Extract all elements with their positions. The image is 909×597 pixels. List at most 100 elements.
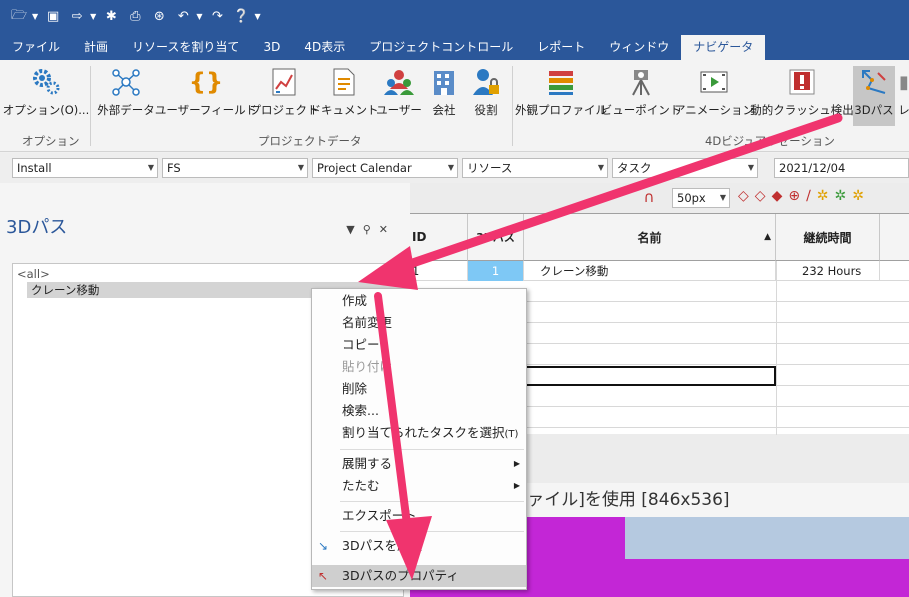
zoom-combo[interactable]: 50px ▼ [672,188,730,208]
chevron-down-icon[interactable]: ▼ [90,12,96,21]
col-header-id[interactable]: ID [410,214,468,261]
resource-combo[interactable]: リソース ▼ [462,158,608,178]
print-icon[interactable]: ⎙ [124,9,146,24]
path-properties-icon: ↖ [318,569,329,583]
project-button[interactable]: プロジェクト [250,66,319,126]
menu-item-search[interactable]: 検索... [312,400,526,422]
tab-3d[interactable]: 3D [251,35,292,60]
project-label: プロジェクト [249,103,319,117]
tab-4d-view[interactable]: 4D表示 [292,35,357,60]
menu-item-edit-path[interactable]: ↘ 3Dパスを編集 [312,535,526,557]
viewpoint-button[interactable]: ビューポイント [601,66,681,126]
exit-icon[interactable]: ⇨ [66,9,88,24]
menu-item-expand[interactable]: 展開する ▶ [312,453,526,475]
selected-cell[interactable] [524,366,776,386]
network-nodes-icon [111,66,141,98]
next-ribbon-button[interactable]: ▮ レ [897,66,909,126]
animation-button[interactable]: アニメーション [674,66,754,126]
col-header-name[interactable]: 名前 ▲ [524,214,776,261]
menu-item-collapse[interactable]: たたむ ▶ [312,475,526,497]
film-icon [699,66,729,98]
menu-item-properties[interactable]: ↖ 3Dパスのプロパティ [312,565,526,587]
tab-assign-resources[interactable]: リソースを割り当て [120,35,251,60]
diamond-filled-icon[interactable]: ◆ [772,188,789,204]
col-header-duration[interactable]: 継続時間 [776,214,880,261]
magnet-icon[interactable]: ∩ [638,188,660,208]
menu-item-paste[interactable]: 貼り付け [312,356,526,378]
calendar-combo[interactable]: Project Calendar ▼ [312,158,458,178]
line-icon[interactable]: ∕ [806,188,817,204]
tab-project-control[interactable]: プロジェクトコントロール [357,35,525,60]
menu-item-delete[interactable]: 削除 [312,378,526,400]
document-button[interactable]: ドキュメント [310,66,379,126]
group-label-project-data: プロジェクトデータ [258,134,362,148]
table-row[interactable]: 1 1 クレーン移動 232 Hours [410,261,909,281]
chevron-down-icon[interactable]: ▼ [254,12,260,21]
col-header-path[interactable]: 3Dパス [468,214,524,261]
user-field-button[interactable]: {} ユーザーフィールド [154,66,258,126]
context-menu: 作成 名前変更 コピー 貼り付け 削除 検索... 割り当てられたタスクを選択(… [311,288,527,590]
appearance-profile-button[interactable]: 外観プロファイル [515,66,607,126]
quick-access-toolbar: 🗁 ▼ ▣ ⇨ ▼ ✱ ⎙ ⊛ ↶ ▼ ↷ ❔ ▼ [0,0,909,33]
chevron-down-icon[interactable]: ▼ [196,12,202,21]
options-label: オプション(O)... [2,103,90,117]
clash-warning-icon [787,66,817,98]
pin-icon[interactable]: ⚲ [363,223,379,236]
menu-item-export[interactable]: エクスポート [312,505,526,527]
menu-item-copy[interactable]: コピー [312,334,526,356]
role-button[interactable]: 役割 [466,66,506,126]
row-id: 1 [410,261,468,281]
date-field[interactable]: 2021/12/04 [774,158,909,178]
chevron-down-icon[interactable]: ▼ [32,12,38,21]
task-combo[interactable]: タスク ▼ [612,158,758,178]
menu-item-select-tasks[interactable]: 割り当てられたタスクを選択(T) [312,422,526,444]
menu-item-create[interactable]: 作成 [312,290,526,312]
undo-icon[interactable]: ↶ [172,9,194,24]
clash-label: 動的クラッシュ検出 [750,103,854,117]
chevron-down-icon: ▼ [297,163,304,172]
select-tasks-label: 割り当てられたタスクを選択 [342,425,505,440]
fs-combo[interactable]: FS ▼ [162,158,308,178]
ribbon: オプション(O)... 外部データ {} ユーザーフィールド プロジェクト ドキ… [0,60,909,152]
row-name: クレーン移動 [524,261,776,281]
zoom-value: 50px [677,191,706,205]
group-separator [90,66,91,146]
options-button[interactable]: オプション(O)... [3,66,89,126]
install-combo[interactable]: Install ▼ [12,158,158,178]
star-more-icon[interactable]: ✲ [852,188,870,204]
diamond-outline-icon[interactable]: ◇ [755,188,772,204]
folder-open-icon[interactable]: 🗁 [8,6,30,28]
diamond-icon[interactable]: ◇ [738,188,755,204]
tab-file[interactable]: ファイル [0,35,72,60]
tab-window[interactable]: ウィンドウ [597,35,681,60]
row-duration: 232 Hours [776,261,880,281]
3d-path-button[interactable]: 3Dパス [853,66,895,126]
star-green-icon[interactable]: ✲ [835,188,853,204]
user-button[interactable]: ユーザー [374,66,424,126]
panel-controls: ▼⚲✕ [346,223,396,236]
tab-navigator[interactable]: ナビゲータ [681,35,766,60]
menu-separator [340,449,524,450]
document-icon [329,66,359,98]
redo-icon[interactable]: ↷ [206,9,228,24]
help-icon[interactable]: ❔ [230,9,252,24]
tab-report[interactable]: レポート [525,35,597,60]
star-icon[interactable]: ✲ [817,188,835,204]
user-field-label: ユーザーフィールド [154,103,258,117]
settings-icon[interactable]: ✱ [100,9,122,24]
dropdown-icon[interactable]: ▼ [346,223,362,236]
animation-label: アニメーション [673,103,755,117]
external-data-button[interactable]: 外部データ [96,66,156,126]
save-icon[interactable]: ▣ [42,9,64,24]
close-icon[interactable]: ✕ [379,223,396,236]
project-chart-icon [269,66,299,98]
clash-detection-button[interactable]: 動的クラッシュ検出 [750,66,854,126]
company-button[interactable]: 会社 [424,66,464,126]
tab-plan[interactable]: 計画 [72,35,120,60]
target-icon[interactable]: ⊕ [788,188,806,204]
tree-root[interactable]: <all> [17,266,50,282]
filter-toolbar: Install ▼ FS ▼ Project Calendar ▼ リソース ▼ タスク… [0,153,909,183]
menu-separator [340,531,524,532]
network-icon[interactable]: ⊛ [148,9,170,24]
menu-item-rename[interactable]: 名前変更 [312,312,526,334]
